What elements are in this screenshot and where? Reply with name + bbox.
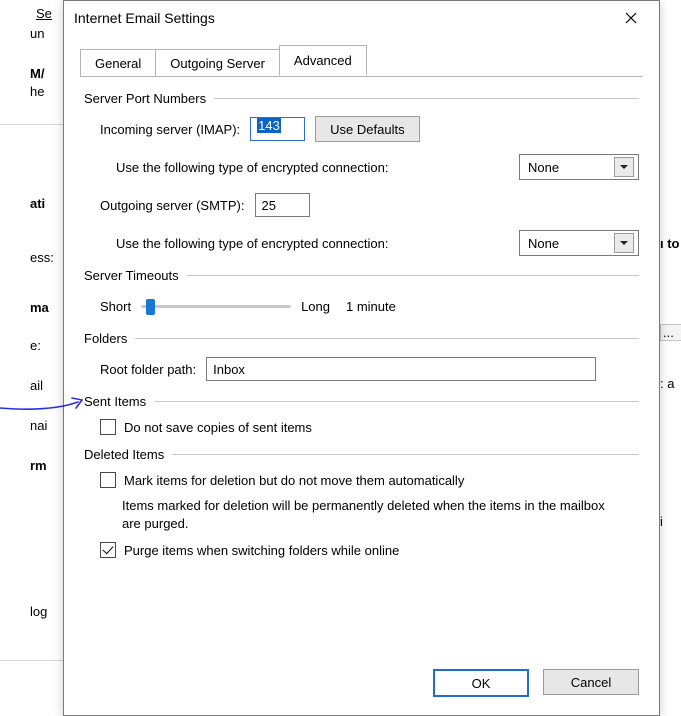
group-sent-items: Sent Items Do not save copies of sent it… xyxy=(84,394,639,437)
incoming-server-port-input[interactable]: 143 xyxy=(250,117,305,141)
group-header-label: Server Port Numbers xyxy=(84,91,206,106)
group-header-label: Deleted Items xyxy=(84,447,164,462)
use-defaults-button[interactable]: Use Defaults xyxy=(315,116,419,142)
checkbox-label: Do not save copies of sent items xyxy=(124,419,312,437)
bg-text: ... xyxy=(660,324,681,341)
checkbox[interactable] xyxy=(100,472,116,488)
tab-general[interactable]: General xyxy=(80,49,156,77)
checkbox[interactable] xyxy=(100,419,116,435)
group-server-port-numbers: Server Port Numbers Incoming server (IMA… xyxy=(84,91,639,256)
group-header-label: Server Timeouts xyxy=(84,268,179,283)
chevron-down-icon xyxy=(614,157,634,177)
checkbox-label: Purge items when switching folders while… xyxy=(124,542,399,560)
mark-for-deletion-row[interactable]: Mark items for deletion but do not move … xyxy=(100,472,639,490)
bg-text: i xyxy=(660,514,681,529)
timeout-long-label: Long xyxy=(301,299,330,314)
incoming-encryption-label: Use the following type of encrypted conn… xyxy=(116,160,388,175)
deleted-items-note: Items marked for deletion will be perman… xyxy=(122,497,622,532)
checkbox-label: Mark items for deletion but do not move … xyxy=(124,472,464,490)
tabs: General Outgoing Server Advanced xyxy=(64,35,659,76)
titlebar: Internet Email Settings xyxy=(64,1,659,35)
incoming-encryption-select[interactable]: None xyxy=(519,154,639,180)
outgoing-server-label: Outgoing server (SMTP): xyxy=(100,198,245,213)
group-header-label: Folders xyxy=(84,331,127,346)
group-header-label: Sent Items xyxy=(84,394,146,409)
root-folder-path-input[interactable] xyxy=(206,357,596,381)
tab-outgoing-server[interactable]: Outgoing Server xyxy=(155,49,280,77)
cancel-button[interactable]: Cancel xyxy=(543,669,639,695)
internet-email-settings-dialog: Internet Email Settings General Outgoing… xyxy=(63,0,660,716)
outgoing-encryption-label: Use the following type of encrypted conn… xyxy=(116,236,388,251)
dialog-footer: OK Cancel xyxy=(64,655,659,715)
group-deleted-items: Deleted Items Mark items for deletion bu… xyxy=(84,447,639,560)
purge-when-switching-row[interactable]: Purge items when switching folders while… xyxy=(100,542,639,560)
outgoing-encryption-select[interactable]: None xyxy=(519,230,639,256)
chevron-down-icon xyxy=(614,233,634,253)
incoming-server-label: Incoming server (IMAP): xyxy=(100,122,240,137)
incoming-encryption-value: None xyxy=(528,160,559,175)
tab-advanced[interactable]: Advanced xyxy=(279,45,367,76)
dialog-title: Internet Email Settings xyxy=(74,10,611,26)
root-folder-path-label: Root folder path: xyxy=(100,362,196,377)
timeout-slider[interactable] xyxy=(141,297,291,315)
advanced-panel: Server Port Numbers Incoming server (IMA… xyxy=(64,77,659,655)
outgoing-server-port-input[interactable] xyxy=(255,193,310,217)
group-folders: Folders Root folder path: xyxy=(84,331,639,382)
checkbox[interactable] xyxy=(100,542,116,558)
outgoing-encryption-value: None xyxy=(528,236,559,251)
ok-button[interactable]: OK xyxy=(433,669,529,697)
timeout-value: 1 minute xyxy=(346,299,396,314)
bg-text: : a xyxy=(660,376,681,391)
bg-text: ı to xyxy=(660,236,681,251)
do-not-save-sent-row[interactable]: Do not save copies of sent items xyxy=(100,419,639,437)
group-server-timeouts: Server Timeouts Short Long 1 minute xyxy=(84,268,639,319)
close-icon[interactable] xyxy=(611,4,651,32)
timeout-short-label: Short xyxy=(100,299,131,314)
